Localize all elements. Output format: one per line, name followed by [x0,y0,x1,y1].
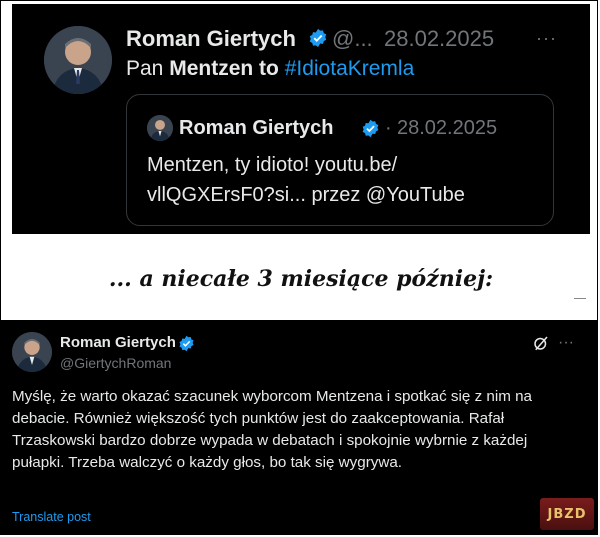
quoted-date[interactable]: 28.02.2025 [397,117,497,140]
watermark-logo: JBZD [540,498,594,530]
caption-text: ... a niecałe 3 miesiące później: [108,266,494,292]
verified-badge-icon [308,28,328,53]
more-icon[interactable]: ··· [558,334,574,352]
author-handle[interactable]: @... [332,26,373,52]
tweet-text: Myślę, że warto okazać szacunek wyborcom… [12,388,532,471]
separator-dot: · [385,117,392,139]
verified-badge-icon [178,335,195,357]
hashtag-link[interactable]: #IdiotaKremla [285,57,415,80]
divider [574,298,586,299]
avatar[interactable] [12,332,52,372]
tweet-text: Pan Mentzen to #IdiotaKremla [126,57,414,81]
top-tweet[interactable]: Roman Giertych @... 28.02.2025 ··· Pan M… [12,4,590,234]
text-bold: Mentzen to [169,57,285,80]
text-prefix: Pan [126,57,170,80]
quoted-tweet[interactable]: Roman Giertych · 28.02.2025 Mentzen, ty … [126,94,554,226]
quoted-text: Mentzen, ty idioto! youtu.be/ vllQGXErsF… [147,150,537,210]
quoted-text-line: Mentzen, ty idioto! youtu.be/ [147,154,398,176]
author-name[interactable]: Roman Giertych [60,334,176,351]
bottom-tweet[interactable]: Roman Giertych @GiertychRoman ··· Myślę,… [0,320,598,535]
caption-banner: ... a niecałe 3 miesiące później: [12,236,590,320]
verified-badge-icon [361,119,380,143]
avatar[interactable] [44,26,112,94]
avatar[interactable] [147,115,173,141]
quoted-author-name[interactable]: Roman Giertych [179,117,333,140]
more-icon[interactable]: ··· [536,28,557,49]
translate-link[interactable]: Translate post [12,510,91,524]
grok-icon[interactable] [532,334,552,354]
quoted-text-line: vllQGXErsF0?si... przez @YouTube [147,184,465,206]
author-name[interactable]: Roman Giertych [126,26,296,52]
author-handle[interactable]: @GiertychRoman [60,355,171,371]
tweet-date[interactable]: 28.02.2025 [384,26,494,52]
